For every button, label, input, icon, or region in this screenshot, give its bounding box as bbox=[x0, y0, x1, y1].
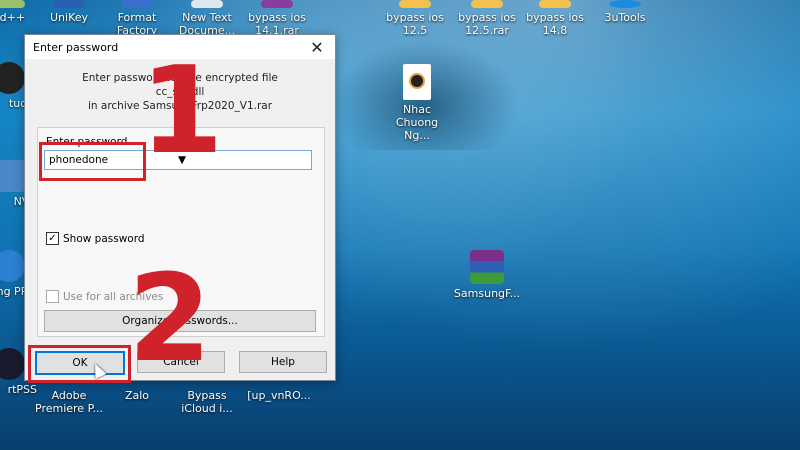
dialog-title: Enter password bbox=[33, 40, 119, 54]
desktop-icon-bypass-rar-14-1[interactable]: bypass ios 14.1.rar bbox=[240, 0, 314, 37]
music-file-icon bbox=[403, 64, 431, 100]
desktop-icon-music[interactable]: Nhac Chuong Ng... bbox=[380, 64, 454, 142]
desktop-icon-3utools[interactable]: 3uTools bbox=[588, 0, 662, 24]
desktop-icon-bypass-icloud[interactable]: Bypass iCloud i... bbox=[170, 389, 244, 415]
highlight-ok-button bbox=[28, 345, 131, 383]
show-password-checkbox[interactable]: ✓ bbox=[46, 232, 59, 245]
nvr-icon bbox=[0, 160, 25, 192]
step-number-2: 2 bbox=[128, 250, 212, 389]
desktop-icon-bypass-rar-12-5[interactable]: bypass ios 12.5.rar bbox=[450, 0, 524, 37]
use-for-all-checkbox[interactable] bbox=[46, 290, 59, 303]
text-document-icon bbox=[191, 0, 223, 8]
desktop-icon-up-vnrom[interactable]: [up_vnRO... bbox=[242, 389, 316, 402]
rar-archive-icon bbox=[261, 0, 293, 8]
highlight-password-field bbox=[39, 142, 146, 181]
close-icon[interactable]: ✕ bbox=[307, 37, 327, 57]
unikey-icon bbox=[53, 0, 85, 8]
desktop-icon-format-factory[interactable]: Format Factory bbox=[100, 0, 174, 37]
show-password-label: Show password bbox=[63, 232, 145, 245]
folder-icon bbox=[539, 0, 571, 8]
samsung-pro-icon bbox=[0, 250, 25, 282]
winrar-archive-icon bbox=[470, 250, 504, 284]
rar-archive-icon bbox=[471, 0, 503, 8]
format-factory-icon bbox=[121, 0, 153, 8]
desktop-icon-samsung-rar[interactable]: SamsungF... bbox=[450, 250, 524, 300]
help-button[interactable]: Help bbox=[239, 351, 327, 373]
desktop-icon-unikey[interactable]: UniKey bbox=[32, 0, 106, 24]
desktop-icon-zalo[interactable]: Zalo bbox=[100, 389, 174, 402]
folder-icon bbox=[399, 0, 431, 8]
show-password-row[interactable]: ✓ Show password bbox=[46, 232, 145, 245]
desktop-icon-new-text[interactable]: New Text Docume... bbox=[170, 0, 244, 37]
3utools-icon bbox=[609, 0, 641, 8]
notepad-plus-icon bbox=[0, 0, 25, 8]
step-number-1: 1 bbox=[140, 42, 224, 181]
desktop-icon-bypass-12-5[interactable]: bypass ios 12.5 bbox=[378, 0, 452, 37]
obs-studio-icon bbox=[0, 62, 25, 94]
smartpss-icon bbox=[0, 348, 25, 380]
desktop-icon-premiere[interactable]: Adobe Premiere P... bbox=[32, 389, 106, 415]
desktop-icon-bypass-14-8[interactable]: bypass ios 14.8 bbox=[518, 0, 592, 37]
